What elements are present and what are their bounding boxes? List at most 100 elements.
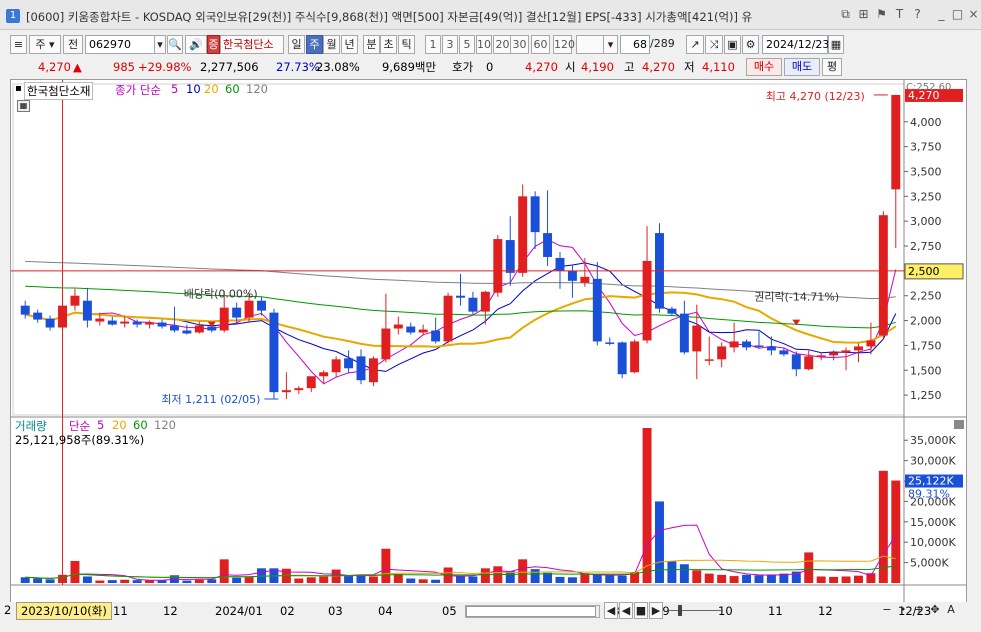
low-price: 4,110	[702, 60, 735, 74]
interval-button-10[interactable]: 10	[476, 35, 492, 54]
play-icon[interactable]: ▶	[649, 602, 663, 619]
menu-icon[interactable]: ≡	[10, 35, 27, 54]
close-icon[interactable]: ×	[966, 7, 981, 22]
quote-bar: 4,270 ▲ 985 +29.98% 2,277,506 27.73% 23.…	[10, 58, 954, 76]
period-button-2[interactable]: 월	[323, 35, 340, 54]
save-icon[interactable]: ▣	[724, 35, 741, 54]
candle-body-61	[779, 350, 789, 355]
price-tick-0: 1,250	[910, 389, 942, 402]
stop-icon[interactable]: ■	[634, 602, 648, 619]
title-bar: 1 [0600] 키움종합차트 - KOSDAQ 외국인보유[29(천)] 주식…	[0, 0, 981, 30]
maximize-icon[interactable]: □	[950, 7, 965, 22]
open-label: 시	[565, 60, 576, 74]
period-select[interactable]: 주 ▾	[29, 35, 61, 54]
speaker-icon[interactable]: 🔊	[185, 35, 207, 54]
stock-label[interactable]: 한국첨단소재	[24, 82, 94, 100]
candle-body-38	[493, 239, 503, 293]
candle-body-20	[269, 312, 279, 393]
search-icon[interactable]: 🔍	[167, 35, 183, 54]
grid-toggle-icon[interactable]: ▦	[17, 100, 30, 112]
period-button-4[interactable]: 분	[363, 35, 380, 54]
interval-button-1[interactable]: 1	[425, 35, 441, 54]
interval-button-3[interactable]: 3	[442, 35, 458, 54]
candle-body-40	[518, 196, 528, 273]
candle-body-60	[766, 346, 776, 351]
settings-icon[interactable]: ⚙	[742, 35, 759, 54]
price-tick-7: 3,000	[910, 215, 942, 228]
scroll-track[interactable]	[465, 605, 600, 618]
prev-button[interactable]: 전	[63, 35, 83, 54]
date-input[interactable]: 2024/12/23	[762, 35, 829, 54]
candle-body-19	[257, 300, 266, 311]
volume-bar-54	[692, 570, 702, 583]
candle-body-47	[605, 342, 615, 344]
volume-bar-26	[344, 575, 354, 583]
minimize-icon[interactable]: _	[934, 7, 949, 22]
ratio-percent: 23.08%	[316, 60, 360, 74]
interval-button-5[interactable]: 5	[459, 35, 475, 54]
move-icon[interactable]: ✥	[928, 602, 942, 619]
x-label-0: 11	[113, 604, 128, 618]
buy-button[interactable]: 매수	[746, 58, 782, 76]
candle-body-54	[692, 325, 702, 352]
zoom-out-icon[interactable]: −	[880, 602, 894, 619]
candle-body-64	[816, 355, 826, 357]
fit-icon[interactable]: •	[896, 602, 910, 619]
flag-icon[interactable]: ⚑	[874, 7, 889, 22]
interval-button-120[interactable]: 120	[553, 35, 575, 54]
candle-body-50	[642, 260, 652, 341]
ma-period-60[interactable]: 60	[225, 82, 240, 96]
volume-bar-65	[829, 576, 839, 583]
scroll-left-icon[interactable]: ◀	[604, 602, 618, 619]
calendar-icon[interactable]: ▦	[828, 35, 844, 54]
period-button-0[interactable]: 일	[288, 35, 305, 54]
scroll-thumb[interactable]	[466, 606, 596, 617]
period-button-6[interactable]: 틱	[398, 35, 415, 54]
volume-ma-120[interactable]: 120	[154, 418, 176, 432]
x-label-4: 03	[328, 604, 343, 618]
period-button-5[interactable]: 초	[380, 35, 397, 54]
candle-body-62	[791, 354, 801, 370]
stock-name-field[interactable]: 한국첨단소	[220, 35, 284, 54]
text-icon[interactable]: T	[892, 7, 907, 22]
ma-period-20[interactable]: 20	[204, 82, 219, 96]
zoom-in-icon[interactable]: +	[912, 602, 926, 619]
change-value: 985	[113, 60, 135, 74]
scroll-first-icon[interactable]: ◀	[619, 602, 633, 619]
pin-icon[interactable]: ⊞	[856, 7, 871, 22]
stock-code-input[interactable]: 062970	[85, 35, 155, 54]
ma-period-5[interactable]: 5	[171, 82, 178, 96]
candle-body-35	[456, 295, 465, 298]
zoom-slider[interactable]	[668, 603, 723, 619]
volume-bar-63	[804, 552, 814, 583]
code-dropdown-icon[interactable]: ▾	[154, 35, 166, 54]
restore-icon[interactable]: ⧉	[838, 7, 853, 22]
bid-label: 호가	[452, 60, 474, 74]
sell-button[interactable]: 매도	[784, 58, 820, 76]
ma-period-10[interactable]: 10	[186, 82, 201, 96]
price-volume-chart[interactable]: 1,250 1,500 1,750 2,000 2,250 2,500 2,750 3,000…	[11, 80, 966, 603]
candle-body-27	[356, 356, 366, 381]
chart-tool-icon[interactable]: ↗	[686, 35, 704, 54]
help-icon[interactable]: ?	[910, 7, 925, 22]
ma-label[interactable]: 종가 단순	[115, 82, 161, 98]
volume-ma-60[interactable]: 60	[133, 418, 148, 432]
interval-button-30[interactable]: 30	[510, 35, 529, 54]
panel-close-icon[interactable]	[954, 420, 964, 429]
ma-period-120[interactable]: 120	[246, 82, 268, 96]
volume-ma-5[interactable]: 5	[97, 418, 104, 432]
interval-button-60[interactable]: 60	[531, 35, 550, 54]
candle-body-36	[468, 297, 478, 312]
chart-area[interactable]: 1,250 1,500 1,750 2,000 2,250 2,500 2,750 3,000…	[10, 79, 967, 604]
candle-body-2	[45, 318, 55, 328]
volume-bar-0	[20, 577, 30, 583]
cross-tool-icon[interactable]: ⤨	[705, 35, 723, 54]
font-size-icon[interactable]: A	[944, 602, 958, 619]
volume-bar-29	[381, 548, 391, 583]
volume-ma-20[interactable]: 20	[112, 418, 127, 432]
period-button-3[interactable]: 년	[341, 35, 358, 54]
count-input[interactable]: 68	[620, 35, 650, 54]
blank-select-chevron-icon[interactable]: ▾	[603, 35, 618, 54]
avg-button[interactable]: 평	[822, 58, 842, 76]
period-button-1[interactable]: 주	[306, 35, 323, 54]
